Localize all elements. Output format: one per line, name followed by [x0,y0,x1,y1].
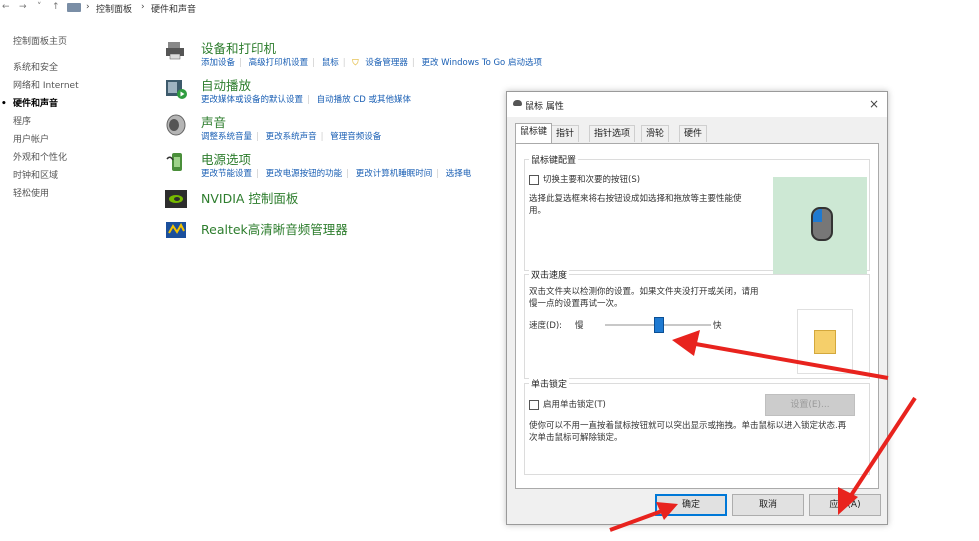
link-advanced-printer[interactable]: 高级打印机设置 [249,58,309,68]
category-links: 更改媒体或设备的默认设置 | 自动播放 CD 或其他媒体 [201,95,411,105]
left-navigation: 控制面板主页 系统和安全 网络和 Internet • 硬件和声音 程序 用户帐… [1,33,79,203]
folder-icon[interactable] [814,330,836,354]
category-links: 调整系统音量 | 更改系统声音 | 管理音频设备 [201,132,382,142]
click-lock-description: 使你可以不用一直按着鼠标按钮就可以突出显示或拖拽。单击鼠标以进入锁定状态.再次单… [529,421,847,443]
click-lock-checkbox[interactable]: 启用单击锁定(T) [529,398,606,410]
link-manage-audio[interactable]: 管理音频设备 [330,132,381,142]
button-config-group: 鼠标键配置 切换主要和次要的按钮(S) 选择此复选框来将右按钮设成如选择和拖放等… [524,153,870,274]
group-label: 单击锁定 [529,377,570,390]
shield-icon: ⛉ [352,58,359,68]
forward-arrow-icon[interactable]: → [19,2,27,12]
autoplay-icon [166,80,187,99]
link-adjust-volume[interactable]: 调整系统音量 [201,132,252,142]
test-folder-area[interactable] [797,309,853,374]
category-title[interactable]: Realtek高清晰音频管理器 [201,219,348,238]
checkbox-box[interactable] [529,399,539,410]
power-icon [166,153,182,171]
tab-buttons[interactable]: 鼠标键 [515,123,553,143]
switch-buttons-checkbox[interactable]: 切换主要和次要的按钮(S) [529,173,640,185]
breadcrumb-control-panel[interactable]: 控制面板 [96,2,132,15]
category-title[interactable]: NVIDIA 控制面板 [201,188,298,207]
mouse-icon [513,100,522,106]
mouse-preview [773,177,867,274]
speed-label: 速度(D): [529,321,563,331]
nav-item-user-accounts[interactable]: 用户帐户 [13,131,79,149]
double-click-description: 双击文件夹以检测你的设置。如果文件夹没打开或关闭，请用慢一点的设置再试一次。 [529,287,759,309]
up-arrow-icon[interactable]: ↑ [52,2,60,12]
nav-item-network[interactable]: 网络和 Internet [13,77,79,95]
recent-dropdown-icon[interactable]: ˅ [37,2,42,12]
click-lock-group: 单击锁定 启用单击锁定(T) 设置(E)... 使你可以不用一直按着鼠标按钮就可… [524,377,870,475]
click-lock-settings-button[interactable]: 设置(E)... [765,394,855,416]
link-choose-plan[interactable]: 选择电 [446,169,472,179]
tab-pointers[interactable]: 指针 [551,125,580,142]
close-icon[interactable]: × [869,97,879,111]
link-device-manager[interactable]: 设备管理器 [365,58,408,68]
control-panel-icon [67,3,81,12]
double-click-group: 双击速度 双击文件夹以检测你的设置。如果文件夹没打开或关闭，请用慢一点的设置再试… [524,268,870,379]
nav-item-system-security[interactable]: 系统和安全 [13,59,79,77]
button-config-description: 选择此复选框来将右按钮设成如选择和拖放等主要性能使用。 [529,194,742,216]
printer-icon [166,42,184,60]
realtek-icon [166,222,186,238]
speed-slider-thumb[interactable] [654,317,664,333]
mouse-illustration-icon [811,207,833,241]
checkbox-box[interactable] [529,174,539,185]
link-power-settings[interactable]: 更改节能设置 [201,169,252,179]
link-add-device[interactable]: 添加设备 [201,58,235,68]
link-mouse[interactable]: 鼠标 [322,58,339,68]
link-media-defaults[interactable]: 更改媒体或设备的默认设置 [201,95,303,105]
tab-panel: 鼠标键配置 切换主要和次要的按钮(S) 选择此复选框来将右按钮设成如选择和拖放等… [515,143,879,489]
breadcrumb-hardware-sound[interactable]: 硬件和声音 [151,2,196,15]
cancel-button[interactable]: 取消 [732,494,804,516]
nav-item-appearance[interactable]: 外观和个性化 [13,149,79,167]
slow-label: 慢 [575,321,584,331]
tab-pointer-options[interactable]: 指针选项 [589,125,636,142]
link-autoplay-cd[interactable]: 自动播放 CD 或其他媒体 [317,95,411,105]
link-windows-to-go[interactable]: 更改 Windows To Go 启动选项 [421,58,542,68]
speaker-icon [166,114,186,136]
mouse-properties-dialog: 鼠标 属性 × 鼠标键 指针 指针选项 滑轮 硬件 鼠标键配置 切换主要和次要的… [506,91,888,525]
ok-button[interactable]: 确定 [655,494,727,516]
nav-item-ease-of-access[interactable]: 轻松使用 [13,185,79,203]
fast-label: 快 [713,321,722,331]
category-title[interactable]: 自动播放 [201,75,251,94]
checkbox-label: 启用单击锁定(T) [543,400,606,410]
group-label: 鼠标键配置 [529,153,579,166]
category-links: 添加设备 | 高级打印机设置 | 鼠标 | ⛉ 设备管理器 | 更改 Windows T… [201,58,542,68]
address-bar: ← → ˅ ↑ › 控制面板 › 硬件和声音 [2,2,197,15]
apply-button[interactable]: 应用(A) [809,494,881,516]
group-label: 双击速度 [529,268,570,281]
dialog-title: 鼠标 属性 [525,102,564,112]
nav-item-clock-region[interactable]: 时钟和区域 [13,167,79,185]
nav-item-programs[interactable]: 程序 [13,113,79,131]
nav-item-hardware-sound[interactable]: • 硬件和声音 [1,95,79,113]
tab-hardware[interactable]: 硬件 [679,125,708,142]
category-title[interactable]: 设备和打印机 [201,38,276,57]
link-power-button[interactable]: 更改电源按钮的功能 [266,169,343,179]
category-title[interactable]: 电源选项 [201,149,251,168]
link-change-sounds[interactable]: 更改系统声音 [266,132,317,142]
nvidia-icon [165,190,187,208]
tab-wheel[interactable]: 滑轮 [641,125,670,142]
active-bullet-icon: • [1,99,7,109]
nav-item-home[interactable]: 控制面板主页 [13,33,79,51]
link-sleep-time[interactable]: 更改计算机睡眠时间 [356,169,433,179]
category-title[interactable]: 声音 [201,112,226,131]
dialog-titlebar[interactable]: 鼠标 属性 × [507,92,887,117]
back-arrow-icon[interactable]: ← [2,2,10,12]
category-links: 更改节能设置 | 更改电源按钮的功能 | 更改计算机睡眠时间 | 选择电 [201,169,472,179]
checkbox-label: 切换主要和次要的按钮(S) [543,175,641,185]
